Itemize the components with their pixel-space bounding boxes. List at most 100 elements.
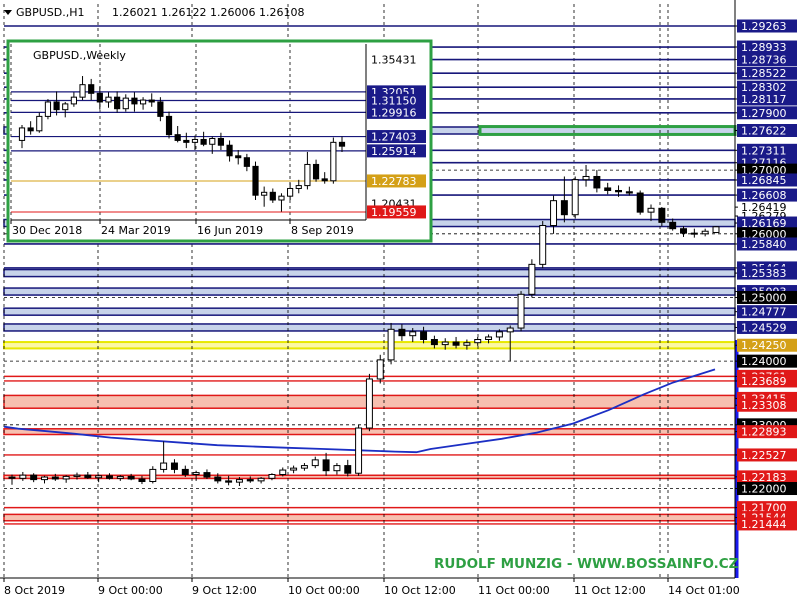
price-label-text-7: 1.27622 xyxy=(741,124,787,137)
candle-body-52 xyxy=(571,179,579,216)
price-label-text-8: 1.27311 xyxy=(741,144,787,157)
candle-body-0 xyxy=(8,476,16,479)
price-label-text-5: 1.28117 xyxy=(741,93,787,106)
inset-candle-body-9 xyxy=(96,92,103,103)
inset-candle-body-0 xyxy=(18,127,26,141)
candle-body-53 xyxy=(582,175,590,181)
price-label-29: 1.23308 xyxy=(735,398,797,412)
candle-body-11 xyxy=(127,475,135,480)
price-label-text-34: 1.22000 xyxy=(741,483,787,496)
candle-body-65 xyxy=(712,226,720,234)
price-label-text-22: 1.24777 xyxy=(741,306,787,319)
inset-time-label-3: 8 Sep 2019 xyxy=(291,224,354,237)
price-label-8: 1.27311 xyxy=(735,143,797,157)
price-label-text-37: 1.21444 xyxy=(741,518,787,531)
header-ohlc: 1.26021 1.26122 1.26006 1.26108 xyxy=(112,6,304,19)
price-label-21: 1.25000 xyxy=(735,290,797,304)
candle-body-17 xyxy=(192,472,200,476)
price-axis: 1.292631.289331.287361.285221.283021.281… xyxy=(734,0,797,578)
inset-candle-body-22 xyxy=(209,138,216,145)
candle-body-8 xyxy=(95,475,103,479)
candle-63 xyxy=(690,228,698,238)
inset-price-label-text-5: 1.25914 xyxy=(371,145,417,158)
candle-body-4 xyxy=(51,476,59,480)
candle-body-9 xyxy=(105,475,113,479)
weekly-inset[interactable]: 1.354311.320511.311501.299161.274031.259… xyxy=(6,39,433,243)
candle-body-50 xyxy=(550,200,558,227)
time-label-0: 8 Oct 2019 xyxy=(4,584,65,597)
candle-51 xyxy=(560,176,568,223)
inset-candle-27 xyxy=(252,161,259,201)
inset-candle-body-25 xyxy=(235,155,242,159)
price-label-text-11: 1.26845 xyxy=(741,174,787,187)
candle-50 xyxy=(550,195,558,234)
candle-26 xyxy=(290,465,298,474)
price-label-27: 1.23689 xyxy=(735,374,797,388)
candle-32 xyxy=(355,424,363,476)
candle-58 xyxy=(636,190,644,215)
candle-55 xyxy=(604,182,612,195)
candle-64 xyxy=(701,228,709,237)
inset-candle-body-3 xyxy=(44,101,52,117)
candle-18 xyxy=(203,469,211,479)
candle-57 xyxy=(625,186,633,196)
price-label-text-21: 1.25000 xyxy=(741,291,787,304)
price-label-3: 1.28522 xyxy=(735,66,797,80)
inset-candle-body-12 xyxy=(122,97,129,110)
candle-body-36 xyxy=(398,328,406,337)
candle-body-41 xyxy=(452,341,460,346)
price-label-text-31: 1.22893 xyxy=(741,426,787,439)
candle-body-2 xyxy=(30,474,38,481)
inset-price-label-3: 1.29916 xyxy=(367,105,426,119)
candle-body-20 xyxy=(225,480,233,483)
candle-27 xyxy=(300,463,308,471)
chart-window: 1.29263 1.28933 1.28736 1.28522 1.28302 1.281… xyxy=(0,0,800,600)
candle-1 xyxy=(19,471,27,481)
price-label-11: 1.26845 xyxy=(735,173,797,187)
inset-candle-body-26 xyxy=(243,157,250,167)
inset-price-label-text-0: 1.35431 xyxy=(371,53,417,66)
candle-body-38 xyxy=(420,331,428,341)
candle-body-22 xyxy=(246,479,254,482)
candle-body-16 xyxy=(181,468,189,476)
candle-body-10 xyxy=(116,475,124,479)
inset-candle-body-30 xyxy=(278,195,285,201)
price-label-25: 1.24000 xyxy=(735,354,797,368)
candle-body-34 xyxy=(376,359,384,380)
price-label-text-2: 1.28736 xyxy=(741,54,787,67)
inset-time-label-1: 24 Mar 2019 xyxy=(101,224,171,237)
candle-52 xyxy=(571,176,579,219)
price-label-5: 1.28117 xyxy=(735,92,797,106)
inset-candle-body-20 xyxy=(191,138,199,143)
candle-body-59 xyxy=(647,207,655,213)
candle-body-24 xyxy=(268,474,276,479)
inset-candle-body-4 xyxy=(53,101,60,111)
inset-price-label-text-3: 1.29916 xyxy=(371,106,417,119)
inset-candle-body-19 xyxy=(183,139,190,143)
candle-body-14 xyxy=(160,462,168,470)
candle-body-37 xyxy=(409,331,417,337)
price-label-text-27: 1.23689 xyxy=(741,375,787,388)
candle-body-64 xyxy=(701,230,709,235)
inset-time-label-0: 30 Dec 2018 xyxy=(12,224,82,237)
time-label-6: 11 Oct 12:00 xyxy=(574,584,646,597)
candle-body-54 xyxy=(593,175,601,189)
h1-chart[interactable]: 1.292631.289331.287361.285221.283021.281… xyxy=(0,0,800,600)
inset-candle-body-27 xyxy=(252,165,259,196)
price-label-text-19: 1.25383 xyxy=(741,267,787,280)
candle-body-46 xyxy=(506,327,514,333)
price-label-32: 1.22527 xyxy=(735,448,797,462)
price-label-6: 1.27900 xyxy=(735,106,797,120)
dropdown-triangle-icon[interactable] xyxy=(4,10,12,15)
blue-band-5 xyxy=(3,323,736,332)
price-label-text-3: 1.28522 xyxy=(741,67,787,80)
candle-65 xyxy=(712,226,720,234)
inset-price-label-4: 1.27403 xyxy=(367,130,426,144)
candle-9 xyxy=(105,473,113,480)
price-label-text-24: 1.24250 xyxy=(741,339,787,352)
candle-body-21 xyxy=(235,479,243,483)
candle-body-48 xyxy=(528,263,536,295)
inset-price-label-text-6: 1.22783 xyxy=(371,175,417,188)
candle-body-25 xyxy=(279,469,287,476)
inset-price-label-0: 1.35431 xyxy=(371,53,417,66)
